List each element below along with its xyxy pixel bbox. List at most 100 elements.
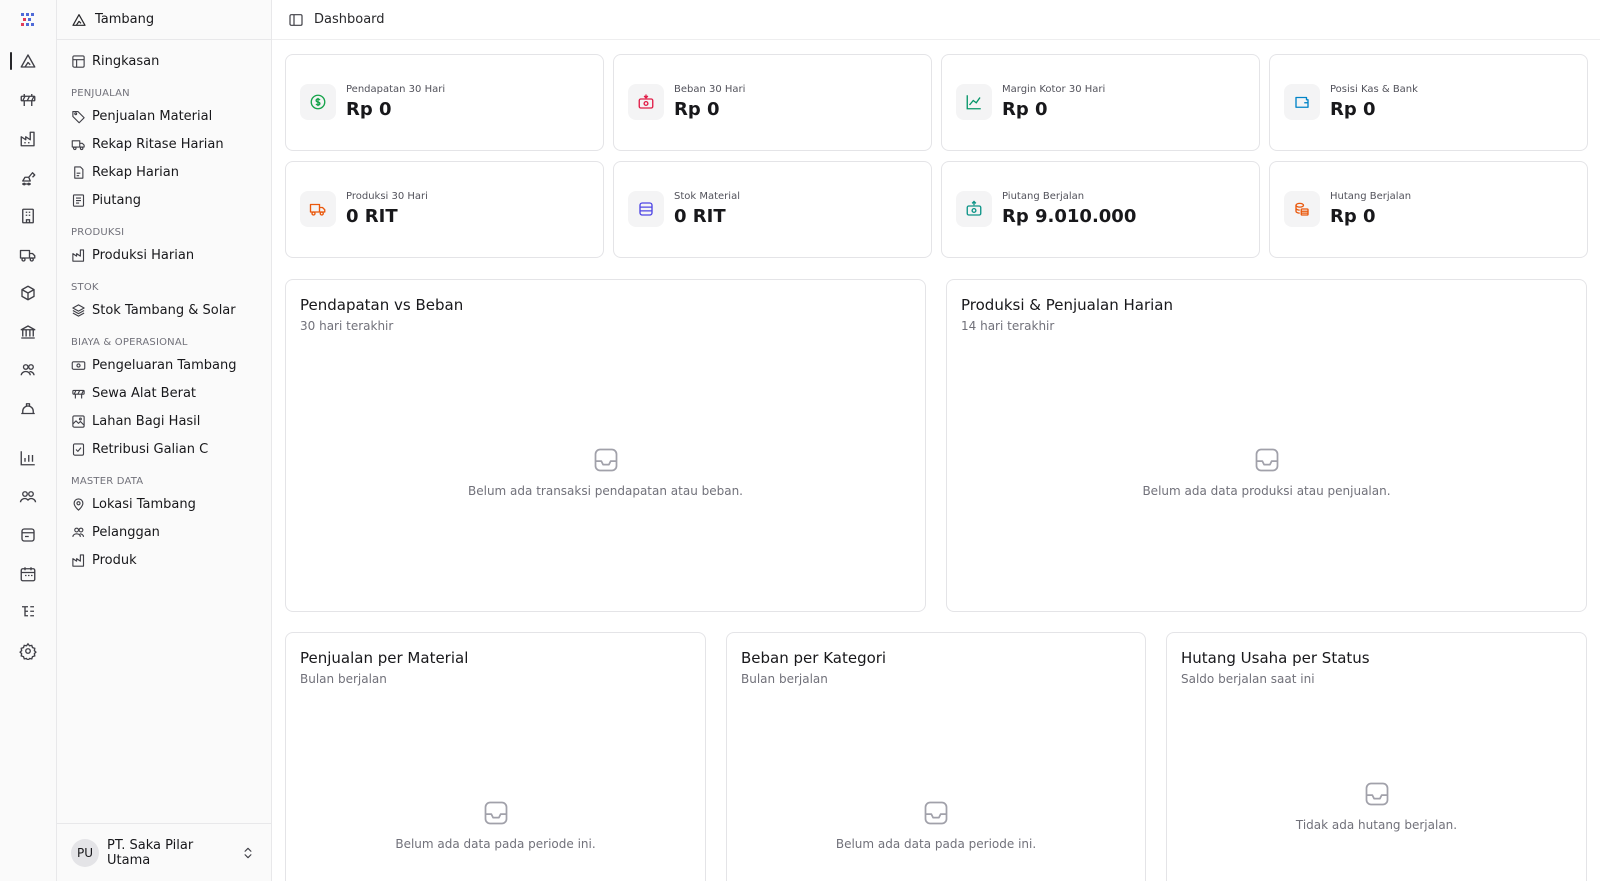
chart-card-pendapatan-vs-beban: Pendapatan vs Beban 30 hari terakhir Bel… [285, 279, 926, 612]
stat-label: Hutang Berjalan [1330, 191, 1412, 202]
tag-icon [72, 110, 85, 123]
factory-icon[interactable] [14, 125, 42, 153]
breadcrumb: Dashboard [314, 12, 385, 27]
settings-icon[interactable] [14, 637, 42, 665]
app-logo-icon[interactable] [18, 10, 38, 30]
chevrons-up-down-icon [244, 847, 252, 858]
sidebar-item-lahan-bagi-hasil[interactable]: Lahan Bagi Hasil [71, 409, 200, 433]
banknote-icon [71, 360, 86, 370]
sidebar-item-sewa-alat-berat[interactable]: Sewa Alat Berat [71, 381, 196, 405]
team-icon[interactable] [14, 483, 42, 511]
sidebar-item-label: Produksi Harian [92, 247, 195, 263]
inbox-icon [484, 801, 507, 825]
sidebar-item-label: Stok Tambang & Solar [92, 302, 236, 318]
sidebar-item-label: Rekap Ritase Harian [92, 136, 224, 152]
factory-icon [72, 248, 85, 262]
users-icon[interactable] [14, 356, 42, 384]
chart-subtitle: Bulan berjalan [741, 672, 828, 686]
layout-icon [72, 54, 85, 68]
layers-icon [628, 191, 664, 227]
sidebar-item-label: Pengeluaran Tambang [92, 357, 237, 373]
trend-up-icon [956, 84, 992, 120]
barrier-icon[interactable] [14, 86, 42, 114]
stat-label: Pendapatan 30 Hari [346, 84, 446, 95]
sidebar-item-label: Penjualan Material [92, 108, 213, 124]
topbar: Dashboard [272, 0, 1600, 40]
stat-label: Stok Material [674, 191, 740, 202]
factory-icon [72, 553, 85, 567]
dollar-circle-icon [300, 84, 336, 120]
sidebar-item-ringkasan[interactable]: Ringkasan [71, 49, 159, 73]
empty-message: Belum ada data produksi atau penjualan. [1142, 484, 1391, 498]
sidebar-item-produk[interactable]: Produk [71, 548, 137, 572]
stat-card: Stok Material 0 RIT [613, 161, 932, 258]
sidebar: Tambang Ringkasan PENJUALAN Penjualan Ma… [57, 0, 272, 881]
sidebar-group-title: STOK [71, 282, 99, 293]
sidebar-item-retribusi-galian-c[interactable]: Retribusi Galian C [71, 437, 208, 461]
package-icon[interactable] [14, 279, 42, 307]
chart-card-hutang-per-status: Hutang Usaha per Status Saldo berjalan s… [1166, 632, 1587, 881]
layers-icon [72, 303, 85, 317]
sidebar-item-rekap-harian[interactable]: Rekap Harian [71, 160, 179, 184]
calendar-icon[interactable] [14, 560, 42, 588]
stat-label: Beban 30 Hari [674, 84, 746, 95]
sidebar-item-penjualan-material[interactable]: Penjualan Material [71, 104, 212, 128]
inbox-icon [1255, 448, 1278, 472]
store-icon[interactable] [14, 521, 42, 549]
money-in-icon [956, 191, 992, 227]
file-check-icon [72, 442, 85, 456]
stat-card: Hutang Berjalan Rp 0 [1269, 161, 1588, 258]
stat-card: Produksi 30 Hari 0 RIT [285, 161, 604, 258]
sidebar-item-label: Pelanggan [92, 524, 160, 540]
stat-value: Rp 0 [1002, 99, 1048, 120]
stat-value: Rp 9.010.000 [1002, 206, 1137, 227]
empty-state: Belum ada data pada periode ini. [286, 799, 705, 851]
workspace-switcher[interactable]: Tambang [57, 0, 271, 40]
chart-card-beban-per-kategori: Beban per Kategori Bulan berjalan Belum … [726, 632, 1146, 881]
empty-message: Belum ada data pada periode ini. [835, 837, 1037, 851]
sidebar-item-piutang[interactable]: Piutang [71, 188, 141, 212]
sidebar-item-label: Rekap Harian [92, 164, 180, 180]
chart-card-produksi-penjualan: Produksi & Penjualan Harian 14 hari tera… [946, 279, 1587, 612]
sidebar-toggle-icon[interactable] [288, 12, 304, 28]
list-tree-icon[interactable] [14, 598, 42, 626]
org-name: PT. Saka Pilar Utama [107, 837, 194, 868]
mountain-icon[interactable] [14, 47, 42, 75]
org-switcher[interactable]: PU PT. Saka Pilar Utama [57, 823, 271, 881]
empty-message: Tidak ada hutang berjalan. [1295, 818, 1458, 832]
truck-icon [300, 191, 336, 227]
chart-subtitle: 14 hari terakhir [961, 319, 1055, 333]
hard-hat-icon[interactable] [14, 395, 42, 423]
truck-icon [71, 139, 85, 150]
excavator-icon[interactable] [14, 164, 42, 192]
building-icon[interactable] [14, 202, 42, 230]
receipt-icon [72, 193, 85, 207]
sidebar-item-lokasi-tambang[interactable]: Lokasi Tambang [71, 492, 196, 516]
chart-subtitle: Saldo berjalan saat ini [1181, 672, 1315, 686]
sidebar-item-pelanggan[interactable]: Pelanggan [71, 520, 160, 544]
sidebar-item-stok-tambang-solar[interactable]: Stok Tambang & Solar [71, 298, 236, 322]
empty-state: Tidak ada hutang berjalan. [1167, 780, 1586, 832]
empty-message: Belum ada data pada periode ini. [395, 837, 596, 851]
empty-message: Belum ada transaksi pendapatan atau beba… [468, 484, 743, 498]
stat-card: Beban 30 Hari Rp 0 [613, 54, 932, 151]
stat-value: Rp 0 [674, 99, 720, 120]
sidebar-item-label: Produk [92, 552, 137, 568]
stat-label: Margin Kotor 30 Hari [1002, 84, 1106, 95]
sidebar-item-pengeluaran-tambang[interactable]: Pengeluaran Tambang [71, 353, 237, 377]
chart-subtitle: 30 hari terakhir [300, 319, 394, 333]
bank-icon[interactable] [14, 318, 42, 346]
stat-card: Pendapatan 30 Hari Rp 0 [285, 54, 604, 151]
stat-label: Posisi Kas & Bank [1330, 84, 1418, 95]
sidebar-group-title: BIAYA & OPERASIONAL [71, 337, 188, 348]
file-icon [74, 165, 84, 179]
bar-chart-icon[interactable] [14, 444, 42, 472]
sidebar-item-rekap-ritase-harian[interactable]: Rekap Ritase Harian [71, 132, 224, 156]
stat-card: Piutang Berjalan Rp 9.010.000 [941, 161, 1260, 258]
sidebar-item-produksi-harian[interactable]: Produksi Harian [71, 243, 194, 267]
stat-card: Posisi Kas & Bank Rp 0 [1269, 54, 1588, 151]
icon-rail [0, 0, 57, 881]
barrier-icon [72, 389, 85, 398]
empty-state: Belum ada data produksi atau penjualan. [947, 446, 1586, 498]
truck-icon[interactable] [14, 241, 42, 269]
